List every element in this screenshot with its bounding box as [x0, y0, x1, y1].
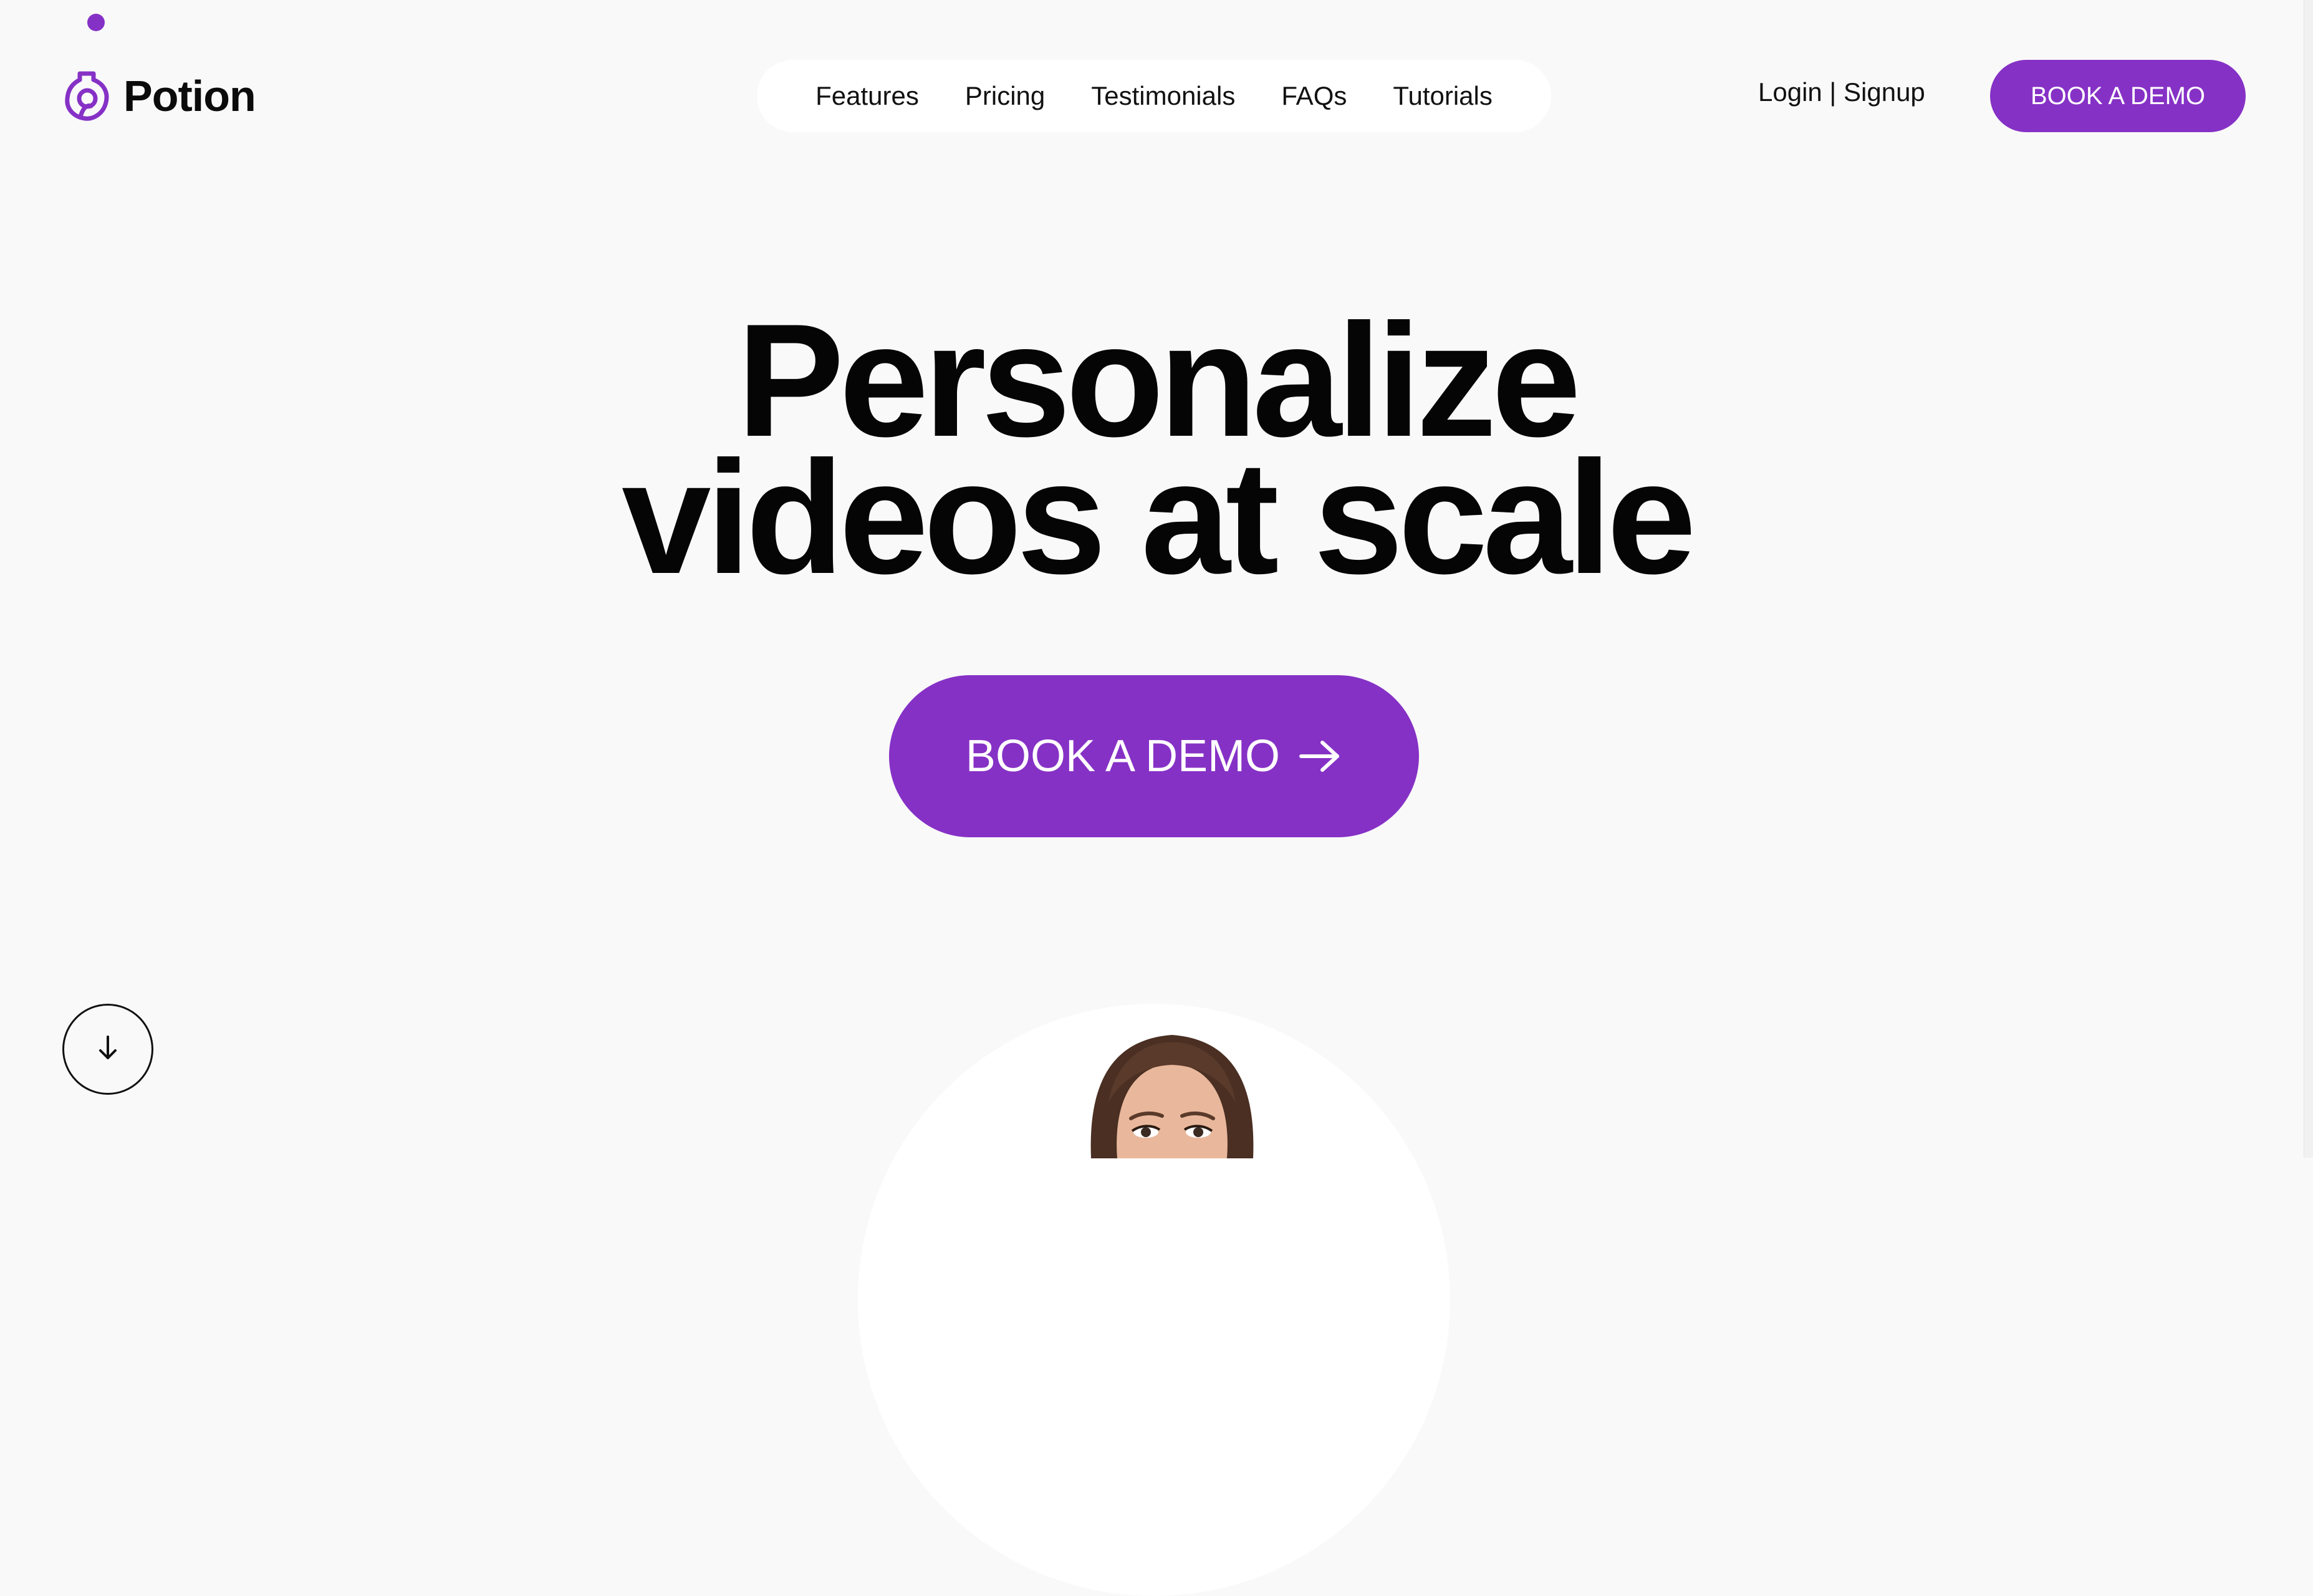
- login-signup-link[interactable]: Login | Signup: [1758, 77, 1925, 107]
- hero-title-line-2: videos at scale: [622, 427, 1696, 607]
- arrow-right-icon: [1299, 739, 1342, 774]
- brand-name: Potion: [123, 72, 256, 120]
- nav-item-features[interactable]: Features: [815, 81, 919, 111]
- presenter-photo: [1079, 1027, 1266, 1161]
- nav-item-tutorials[interactable]: Tutorials: [1393, 81, 1493, 111]
- hero-title: Personalize videos at scale: [0, 300, 2313, 607]
- nav-item-testimonials[interactable]: Testimonials: [1091, 81, 1235, 111]
- nav-item-pricing[interactable]: Pricing: [965, 81, 1045, 111]
- hero-book-demo-button[interactable]: BOOK A DEMO: [889, 675, 1419, 837]
- page-scrollbar[interactable]: [2304, 0, 2313, 1158]
- scroll-down-button[interactable]: [62, 1004, 153, 1095]
- header-book-demo-button[interactable]: BOOK A DEMO: [1990, 60, 2246, 132]
- nav-item-faqs[interactable]: FAQs: [1281, 81, 1347, 111]
- cursor-indicator: [87, 14, 105, 31]
- hero-cta-label: BOOK A DEMO: [965, 731, 1281, 781]
- arrow-down-icon: [95, 1034, 120, 1065]
- main-nav: Features Pricing Testimonials FAQs Tutor…: [757, 60, 1551, 132]
- brand-logo[interactable]: Potion: [62, 70, 256, 122]
- potion-bottle-icon: [62, 70, 111, 122]
